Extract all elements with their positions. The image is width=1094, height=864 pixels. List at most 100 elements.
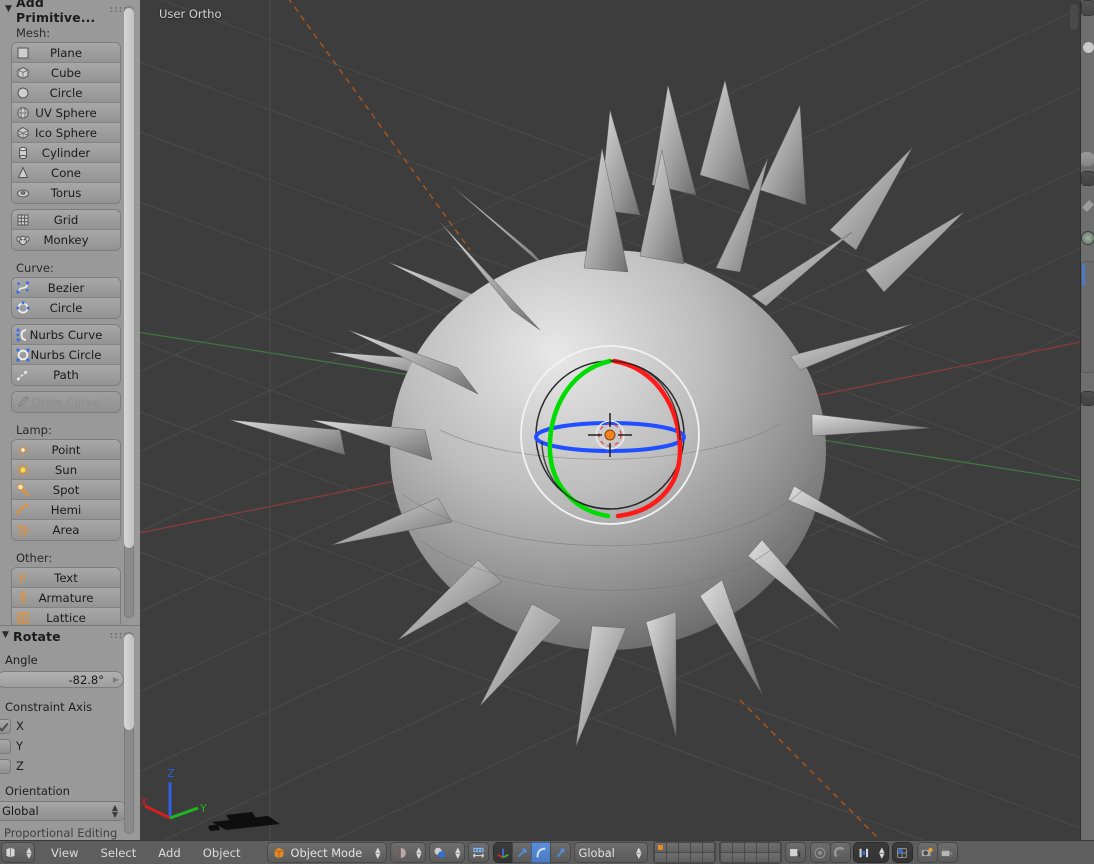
layer-cell[interactable]	[666, 843, 678, 852]
toolshelf-scroll-thumb[interactable]	[124, 8, 134, 548]
tool-button-circle[interactable]: Circle	[12, 298, 120, 318]
layer-cell[interactable]	[702, 843, 714, 852]
tool-button-cylinder[interactable]: Cylinder	[12, 143, 120, 163]
tool-button-circle[interactable]: Circle	[12, 83, 120, 103]
translate-manipulator-button[interactable]	[512, 843, 532, 862]
layer-group-0[interactable]	[653, 842, 715, 863]
tool-button-monkey[interactable]: Monkey	[12, 230, 120, 250]
layer-cell[interactable]	[720, 843, 732, 852]
tool-button-uv-sphere[interactable]: UV Sphere	[12, 103, 120, 123]
pivot-point-selector[interactable]: ▲ ▼	[429, 843, 464, 862]
layer-cell[interactable]	[744, 853, 756, 862]
collapse-minus-icon[interactable]	[1083, 42, 1094, 53]
operator-panel-scrollbar[interactable]	[124, 632, 134, 834]
constraint-axis-x-row[interactable]: X	[0, 716, 126, 736]
tool-button-point[interactable]: Point	[12, 440, 120, 460]
menu-view[interactable]: View	[40, 846, 90, 860]
toolshelf-scrollbar[interactable]	[124, 6, 134, 618]
tool-button-cube[interactable]: Cube	[12, 63, 120, 83]
tool-button-torus[interactable]: Torus	[12, 183, 120, 203]
properties-list-box[interactable]	[1082, 262, 1094, 372]
tool-button-spot[interactable]: Spot	[12, 480, 120, 500]
tool-button-armature[interactable]: Armature	[12, 588, 120, 608]
operator-collapse-triangle-icon[interactable]: ▼	[2, 630, 9, 640]
tool-button-label: Sun	[54, 462, 78, 477]
panel-collapse-triangle-icon[interactable]: ▼	[5, 4, 12, 14]
manipulator-mode-group[interactable]	[493, 843, 570, 862]
proportional-edit-button[interactable]	[810, 843, 830, 862]
checkbox-z-icon[interactable]	[0, 759, 10, 773]
layer-group-1[interactable]	[719, 842, 781, 863]
properties-row-field[interactable]	[1081, 152, 1094, 166]
layer-cell[interactable]	[768, 853, 780, 862]
checkbox-x-icon[interactable]	[0, 719, 10, 733]
snap-target-selector[interactable]: ▲ ▼	[853, 843, 888, 862]
rotate-panel-header[interactable]: ▼ Rotate ::::	[0, 626, 140, 646]
tool-button-hemi[interactable]: Hemi	[12, 500, 120, 520]
tool-button-nurbs-circle[interactable]: Nurbs Circle	[12, 345, 120, 365]
properties-editor-strip[interactable]	[1080, 0, 1094, 840]
angle-increment-arrow-icon[interactable]: ▶	[113, 675, 119, 684]
layer-cell[interactable]	[744, 843, 756, 852]
render-image-button[interactable]	[917, 843, 937, 862]
manipulator-toggle-button[interactable]	[468, 843, 488, 862]
tool-button-sun[interactable]: Sun	[12, 460, 120, 480]
operator-redo-panel[interactable]: ▼ Rotate :::: Angle -82.8° ▶ Constraint …	[0, 625, 140, 840]
tool-button-ico-sphere[interactable]: Ico Sphere	[12, 123, 120, 143]
transform-orientation-selector[interactable]: Global ▲ ▼	[574, 843, 647, 862]
scale-manipulator-button[interactable]	[550, 843, 570, 862]
tool-button-text[interactable]: F Text	[12, 568, 120, 588]
lock-object-modes-button[interactable]	[785, 843, 805, 862]
viewport-canvas[interactable]: Z X Y	[140, 0, 1080, 840]
3d-viewport[interactable]: Z X Y User Ortho	[140, 0, 1080, 840]
layer-cell[interactable]	[678, 853, 690, 862]
render-animation-button[interactable]	[937, 843, 957, 862]
layer-cell[interactable]	[732, 843, 744, 852]
interaction-mode-selector[interactable]: Object Mode ▲ ▼	[267, 843, 386, 862]
menu-add[interactable]: Add	[147, 846, 191, 860]
layer-cell[interactable]	[678, 843, 690, 852]
viewport-shading-selector[interactable]: ▲ ▼	[390, 843, 425, 862]
properties-icon-1[interactable]	[1082, 172, 1094, 185]
constraint-axis-z-row[interactable]: Z	[0, 756, 126, 776]
tool-button-area[interactable]: Area	[12, 520, 120, 540]
menu-object[interactable]: Object	[192, 846, 252, 860]
angle-input[interactable]: -82.8° ▶	[0, 671, 124, 688]
checkbox-y-icon[interactable]	[0, 739, 10, 753]
layer-cell[interactable]	[732, 853, 744, 862]
layer-cell[interactable]	[690, 843, 702, 852]
layer-cell[interactable]	[702, 853, 714, 862]
add-primitive-panel-header[interactable]: ▼ Add Primitive... ::::	[0, 0, 140, 25]
layer-cell[interactable]	[768, 843, 780, 852]
layer-cell[interactable]	[654, 843, 666, 852]
snap-magnet-button[interactable]	[830, 843, 850, 862]
layer-cell[interactable]	[756, 843, 768, 852]
constraint-axis-y-row[interactable]: Y	[0, 736, 126, 756]
menu-select[interactable]: Select	[90, 846, 148, 860]
tool-button-plane[interactable]: Plane	[12, 43, 120, 63]
tool-button-grid[interactable]: Grid	[12, 210, 120, 230]
properties-tool-icon[interactable]	[1082, 200, 1094, 212]
properties-icon-2[interactable]	[1082, 392, 1094, 405]
editor-type-selector[interactable]: ▲ ▼	[2, 843, 34, 862]
material-preview-icon[interactable]	[1082, 232, 1094, 244]
operator-panel-scroll-thumb[interactable]	[124, 634, 134, 730]
layer-cell[interactable]	[756, 853, 768, 862]
layer-cell[interactable]	[666, 853, 678, 862]
tool-button-nurbs-curve[interactable]: Nurbs Curve	[12, 325, 120, 345]
layer-cell[interactable]	[690, 853, 702, 862]
tool-button-cone[interactable]: Cone	[12, 163, 120, 183]
layer-cell[interactable]	[720, 853, 732, 862]
layer-cell[interactable]	[654, 853, 666, 862]
snap-element-button[interactable]	[892, 843, 912, 862]
tool-button-bezier[interactable]: Bezier	[12, 278, 120, 298]
header-menu-bar[interactable]: View Select Add Object	[40, 846, 252, 860]
manipulator-axes-icon-button[interactable]	[493, 843, 513, 862]
rotate-manipulator-button[interactable]	[531, 843, 551, 862]
scene-layers[interactable]	[653, 842, 781, 863]
viewport-scrollbar[interactable]	[1070, 4, 1078, 30]
orientation-dropdown[interactable]: Global ▲ ▼	[0, 802, 124, 820]
properties-editor-type-icon[interactable]	[1082, 1, 1094, 15]
viewport-header-bar[interactable]: ▲ ▼ View Select Add Object Object Mode ▲ ▼ ▲ ▼	[0, 840, 1094, 864]
tool-button-path[interactable]: Path	[12, 365, 120, 385]
